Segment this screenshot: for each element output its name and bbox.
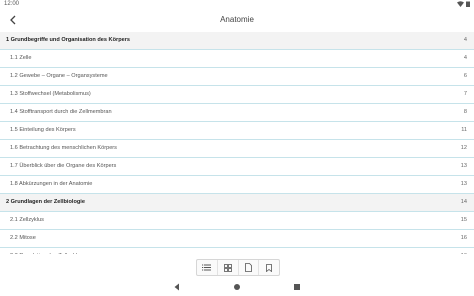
toc-entry-label: 2.2 Mitose (10, 235, 36, 241)
toc-section-row[interactable]: 1.3 Stoffwechsel (Metabolismus) 7 (0, 86, 474, 104)
toc-entry-label: 1.2 Gewebe – Organe – Organsysteme (10, 73, 108, 79)
toc-section-row[interactable]: 1.6 Betrachtung des menschlichen Körpers… (0, 140, 474, 158)
toc-section-row[interactable]: 1.8 Abkürzungen in der Anatomie 13 (0, 176, 474, 194)
toc-page-number: 7 (463, 91, 467, 97)
app-bar: Anatomie (0, 9, 474, 32)
toc-section-row[interactable]: 1.1 Zelle 4 (0, 50, 474, 68)
toc-entry-label: 1.4 Stofftransport durch die Zellmembran (10, 109, 112, 115)
tab-page[interactable] (239, 260, 260, 275)
toc-section-row[interactable]: 2.2 Mitose 16 (0, 230, 474, 248)
list-icon (202, 264, 212, 271)
status-bar: 12:00 (0, 0, 474, 9)
nav-back-icon[interactable] (172, 282, 182, 292)
toc-page-number: 12 (460, 145, 467, 151)
toc-entry-label: 2 Grundlagen der Zellbiologie (6, 199, 85, 205)
table-of-contents: 1 Grundbegriffe und Organisation des Kör… (0, 32, 474, 254)
toc-page-number: 8 (463, 109, 467, 115)
toc-entry-label: 1.5 Einteilung des Körpers (10, 127, 76, 133)
toc-chapter-row[interactable]: 2 Grundlagen der Zellbiologie 14 (0, 194, 474, 212)
toc-chapter-row[interactable]: 1 Grundbegriffe und Organisation des Kör… (0, 32, 474, 50)
page-title: Anatomie (220, 15, 254, 24)
battery-icon (466, 1, 470, 7)
toc-page-number: 6 (463, 73, 467, 79)
tab-bookmarks[interactable] (259, 260, 279, 275)
system-nav-bar (0, 278, 474, 296)
page-icon (244, 263, 252, 272)
toc-entry-label: 1.3 Stoffwechsel (Metabolismus) (10, 91, 91, 97)
tab-thumbnails[interactable] (218, 260, 239, 275)
toc-entry-label: 1.8 Abkürzungen in der Anatomie (10, 181, 93, 187)
wifi-icon (457, 1, 464, 7)
toc-page-number: 16 (460, 235, 467, 241)
toc-page-number: 13 (460, 163, 467, 169)
toc-page-number: 11 (461, 127, 467, 133)
toc-section-row[interactable]: 1.5 Einteilung des Körpers 11 (0, 122, 474, 140)
grid-icon (223, 263, 232, 272)
tab-contents[interactable] (197, 260, 218, 275)
nav-home-icon[interactable] (232, 282, 242, 292)
toc-entry-label: 1 Grundbegriffe und Organisation des Kör… (6, 37, 131, 43)
toc-page-number: 14 (460, 199, 467, 205)
nav-recents-icon[interactable] (292, 282, 302, 292)
toc-entry-label: 1.6 Betrachtung des menschlichen Körpers (10, 145, 117, 151)
toc-section-row[interactable]: 1.7 Überblick über die Organe des Körper… (0, 158, 474, 176)
toc-entry-label: 2.1 Zellzyklus (10, 217, 44, 223)
toc-section-row[interactable]: 2.3 Regulation des Zellzyklus 16 (0, 248, 474, 254)
toc-page-number: 16 (461, 248, 467, 254)
toc-section-row[interactable]: 1.4 Stofftransport durch die Zellmembran… (0, 104, 474, 122)
bookmark-icon (266, 263, 273, 272)
toc-entry-label: 2.3 Regulation des Zellzyklus (10, 248, 83, 254)
toc-section-row[interactable]: 2.1 Zellzyklus 15 (0, 212, 474, 230)
toc-page-number: 15 (460, 217, 467, 223)
bottom-tab-bar (196, 259, 280, 276)
toc-section-row[interactable]: 1.2 Gewebe – Organe – Organsysteme 6 (0, 68, 474, 86)
status-time: 12:00 (4, 1, 20, 7)
toc-entry-label: 1.7 Überblick über die Organe des Körper… (10, 163, 117, 169)
toc-page-number: 4 (463, 37, 467, 43)
toc-page-number: 13 (460, 181, 467, 187)
toc-page-number: 4 (463, 55, 467, 61)
toc-entry-label: 1.1 Zelle (10, 55, 32, 61)
